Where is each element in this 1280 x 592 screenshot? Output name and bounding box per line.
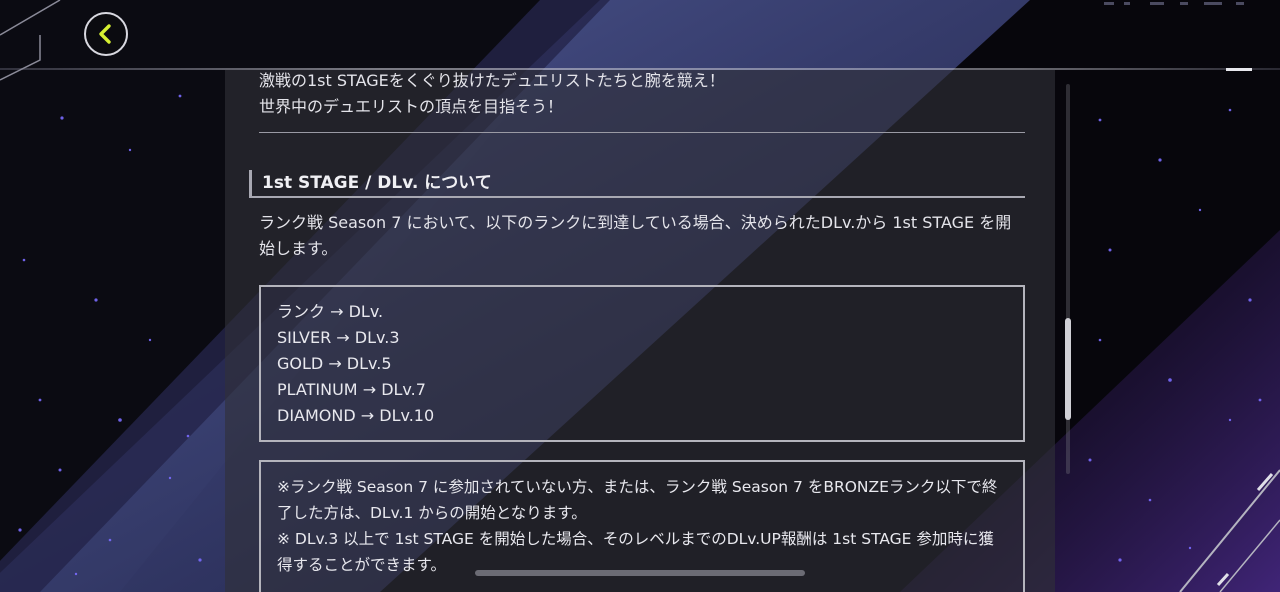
intro-line-1: 激戦の1st STAGEをくぐり抜けたデュエリストたちと腕を競え！ [259,71,725,90]
section-title: 1st STAGE / DLv. について [249,170,1025,198]
section-description: ランク戦 Season 7 において、以下のランクに到達している場合、決められた… [259,213,1012,258]
scrollbar-thumb[interactable] [1065,318,1071,420]
section-divider [259,132,1025,133]
rank-row-silver: SILVER → DLv.3 [277,328,400,347]
event-info-panel[interactable]: 激戦の1st STAGEをくぐり抜けたデュエリストたちと腕を競え！ 世界中のデュ… [225,70,1055,592]
rank-table-box: ランク → DLv. SILVER → DLv.3 GOLD → DLv.5 P… [259,285,1025,442]
header-rule-marker [1226,68,1252,71]
back-button[interactable] [84,12,128,56]
intro-line-2: 世界中のデュエリストの頂点を目指そう！ [259,97,564,116]
scroll-content: 激戦の1st STAGEをくぐり抜けたデュエリストたちと腕を競え！ 世界中のデュ… [225,70,1055,592]
rank-table-header: ランク → DLv. [277,302,384,321]
note-text-1: ※ランク戦 Season 7 に参加されていない方、または、ランク戦 Seaso… [277,478,998,522]
rank-row-gold: GOLD → DLv.5 [277,354,392,373]
rank-row-platinum: PLATINUM → DLv.7 [277,380,426,399]
chevron-left-icon [99,24,111,44]
rank-row-diamond: DIAMOND → DLv.10 [277,406,435,425]
home-indicator[interactable] [475,570,805,576]
